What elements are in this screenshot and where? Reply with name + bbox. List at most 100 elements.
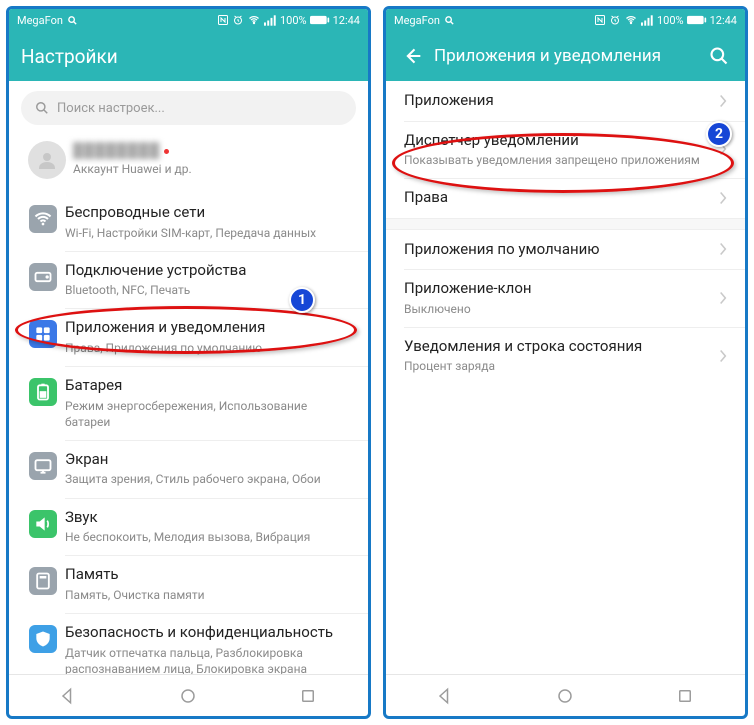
battery-icon bbox=[687, 15, 707, 25]
display-icon bbox=[29, 452, 57, 480]
chevron-right-icon bbox=[715, 191, 731, 205]
row-sub: Не беспокоить, Мелодия вызова, Вибрация bbox=[65, 529, 354, 545]
account-sub: Аккаунт Huawei и др. bbox=[73, 161, 354, 177]
apps-notif-list[interactable]: Приложения Диспетчер уведомленийПоказыват… bbox=[386, 81, 745, 674]
row-title: Приложения и уведомления bbox=[65, 318, 354, 338]
app-bar: Настройки bbox=[9, 31, 368, 81]
chevron-right-icon bbox=[715, 242, 731, 256]
phone-right: MegaFon 100% 12:44 Приложения и уведомле… bbox=[383, 6, 748, 719]
clock-label: 12:44 bbox=[710, 14, 737, 27]
status-bar: MegaFon 100% 12:44 bbox=[386, 9, 745, 31]
nav-bar bbox=[9, 674, 368, 716]
search-icon bbox=[35, 101, 49, 115]
back-button[interactable] bbox=[398, 46, 426, 66]
row-title: Подключение устройства bbox=[65, 261, 354, 281]
settings-row-storage[interactable]: Память Память, Очистка памяти bbox=[9, 555, 368, 613]
signal-icon bbox=[641, 15, 654, 26]
row-sub: Выключено bbox=[404, 301, 715, 317]
search-input[interactable]: Поиск настроек... bbox=[21, 91, 356, 125]
wifi-icon bbox=[29, 205, 57, 233]
row-sub: Датчик отпечатка пальца, Разблокировка р… bbox=[65, 645, 354, 675]
list-row[interactable]: Диспетчер уведомленийПоказывать уведомле… bbox=[386, 121, 745, 179]
list-row[interactable]: Уведомления и строка состоянияПроцент за… bbox=[386, 327, 745, 385]
battery-pct: 100% bbox=[657, 14, 684, 27]
battery-icon bbox=[310, 15, 330, 25]
page-title: Приложения и уведомления bbox=[434, 46, 697, 66]
settings-row-shield[interactable]: Безопасность и конфиденциальностьДатчик … bbox=[9, 613, 368, 674]
search-button[interactable] bbox=[705, 46, 733, 66]
row-title: Безопасность и конфиденциальность bbox=[65, 623, 354, 643]
status-bar: MegaFon 100% 12:44 bbox=[9, 9, 368, 31]
app-bar: Приложения и уведомления bbox=[386, 31, 745, 81]
row-title: Приложения по умолчанию bbox=[404, 240, 715, 260]
wifi-icon bbox=[247, 14, 261, 26]
phone-left: MegaFon 100% 12:44 Настройки Поиск настр… bbox=[6, 6, 371, 719]
wifi-icon bbox=[624, 14, 638, 26]
list-row[interactable]: Приложения по умолчанию bbox=[386, 230, 745, 270]
search-icon bbox=[67, 15, 78, 26]
alarm-icon bbox=[609, 14, 621, 26]
chevron-right-icon bbox=[715, 94, 731, 108]
section-gap bbox=[386, 218, 745, 230]
account-row[interactable]: ████████ Аккаунт Huawei и др. bbox=[9, 131, 368, 193]
row-sub: Защита зрения, Стиль рабочего экрана, Об… bbox=[65, 471, 354, 487]
nav-back-icon[interactable] bbox=[60, 687, 78, 705]
account-name-masked: ████████ bbox=[73, 143, 160, 159]
nav-recent-icon[interactable] bbox=[299, 687, 317, 705]
nfc-icon bbox=[594, 14, 606, 26]
row-sub: Память, Очистка памяти bbox=[65, 587, 354, 603]
row-title: Память bbox=[65, 565, 354, 585]
shield-icon bbox=[29, 625, 57, 653]
row-title: Приложения bbox=[404, 91, 715, 111]
row-sub: Режим энергосбережения, Использование ба… bbox=[65, 398, 354, 430]
battery-pct: 100% bbox=[280, 14, 307, 27]
settings-row-apps[interactable]: Приложения и уведомления Права, Приложени… bbox=[9, 308, 368, 366]
list-row[interactable]: Приложение-клон Выключено bbox=[386, 269, 745, 327]
callout-badge-2: 2 bbox=[706, 121, 732, 147]
row-title: Звук bbox=[65, 508, 354, 528]
callout-badge-1: 1 bbox=[289, 287, 315, 313]
nfc-icon bbox=[217, 14, 229, 26]
row-title: Беспроводные сети bbox=[65, 203, 354, 223]
sound-icon bbox=[29, 510, 57, 538]
row-title: Уведомления и строка состояния bbox=[404, 337, 715, 357]
clock-label: 12:44 bbox=[333, 14, 360, 27]
chevron-right-icon bbox=[715, 291, 731, 305]
search-icon bbox=[444, 15, 455, 26]
search-icon bbox=[709, 46, 729, 66]
settings-list[interactable]: Поиск настроек... ████████ Аккаунт Huawe… bbox=[9, 81, 368, 674]
battery-icon bbox=[29, 378, 57, 406]
notification-dot bbox=[164, 149, 169, 154]
apps-icon bbox=[29, 320, 57, 348]
row-title: Батарея bbox=[65, 376, 354, 396]
settings-row-battery[interactable]: БатареяРежим энергосбережения, Использов… bbox=[9, 366, 368, 440]
list-row[interactable]: Приложения bbox=[386, 81, 745, 121]
carrier-label: MegaFon bbox=[17, 14, 63, 27]
settings-row-sound[interactable]: ЗвукНе беспокоить, Мелодия вызова, Вибра… bbox=[9, 498, 368, 556]
settings-row-wifi[interactable]: Беспроводные сети Wi-Fi, Настройки SIM-ка… bbox=[9, 193, 368, 251]
row-sub: Показывать уведомления запрещено приложе… bbox=[404, 152, 715, 168]
row-sub: Wi-Fi, Настройки SIM-карт, Передача данн… bbox=[65, 225, 354, 241]
row-title: Экран bbox=[65, 450, 354, 470]
alarm-icon bbox=[232, 14, 244, 26]
row-sub: Процент заряда bbox=[404, 358, 715, 374]
chevron-right-icon bbox=[715, 349, 731, 363]
arrow-left-icon bbox=[402, 46, 422, 66]
nav-home-icon[interactable] bbox=[556, 687, 574, 705]
nav-bar bbox=[386, 674, 745, 716]
list-row[interactable]: Права bbox=[386, 178, 745, 218]
signal-icon bbox=[264, 15, 277, 26]
link-icon bbox=[29, 263, 57, 291]
nav-recent-icon[interactable] bbox=[676, 687, 694, 705]
settings-row-display[interactable]: ЭкранЗащита зрения, Стиль рабочего экран… bbox=[9, 440, 368, 498]
search-placeholder: Поиск настроек... bbox=[57, 101, 165, 116]
storage-icon bbox=[29, 567, 57, 595]
row-sub: Права, Приложения по умолчанию bbox=[65, 340, 354, 356]
row-title: Приложение-клон bbox=[404, 279, 715, 299]
nav-back-icon[interactable] bbox=[437, 687, 455, 705]
page-title: Настройки bbox=[21, 45, 356, 68]
nav-home-icon[interactable] bbox=[179, 687, 197, 705]
avatar bbox=[28, 141, 66, 179]
row-title: Права bbox=[404, 188, 715, 208]
carrier-label: MegaFon bbox=[394, 14, 440, 27]
